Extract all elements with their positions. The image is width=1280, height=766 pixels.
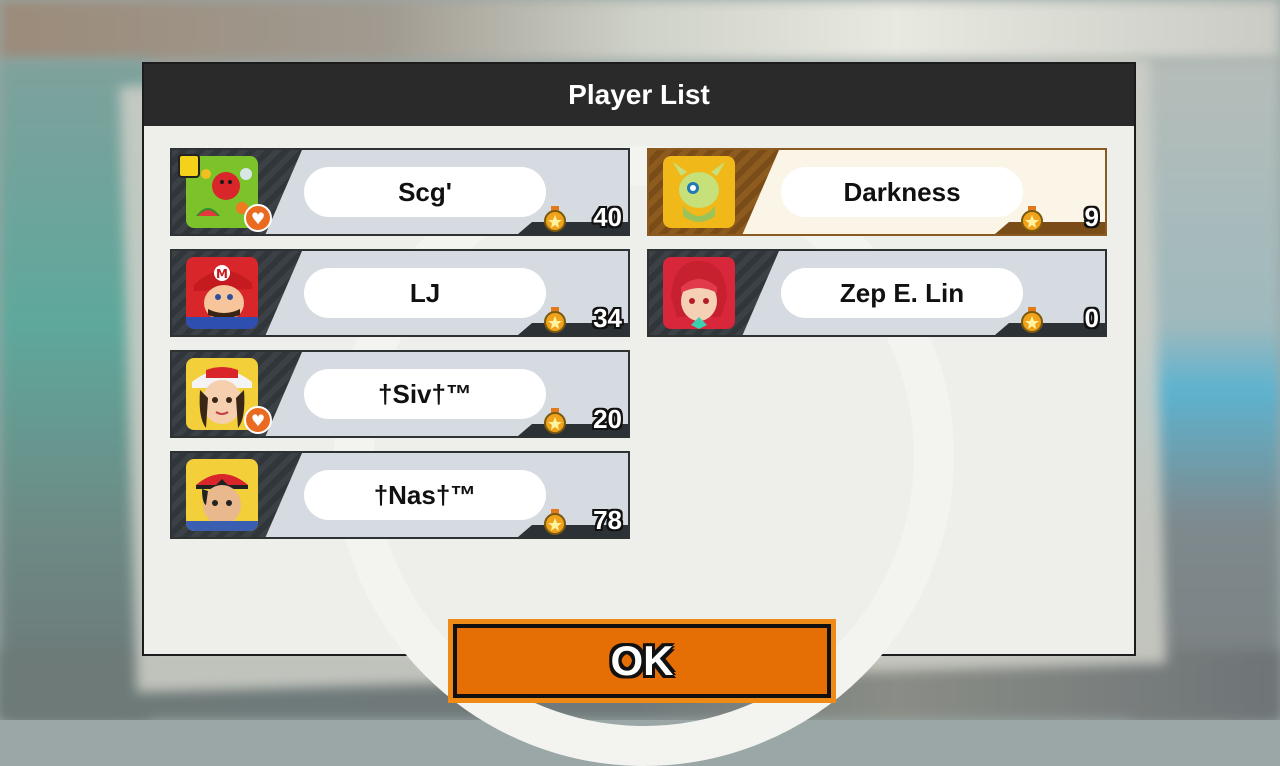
player-name: LJ bbox=[304, 268, 546, 318]
player-score: 78 bbox=[593, 505, 622, 535]
heart-icon: ♥ bbox=[244, 204, 272, 232]
ok-button[interactable]: OK bbox=[448, 619, 836, 703]
medal-icon bbox=[544, 307, 566, 333]
player-name: Darkness bbox=[781, 167, 1023, 217]
player-score: 9 bbox=[1084, 202, 1099, 232]
player-list-dialog: Player List ♥ Scg' 40 M LJ 34 ♥ †Siv†™ 2… bbox=[142, 62, 1136, 766]
player-score: 34 bbox=[593, 303, 622, 333]
player-score: 20 bbox=[593, 404, 622, 434]
player-card-highlighted[interactable]: Darkness 9 bbox=[647, 148, 1107, 236]
medal-icon bbox=[1021, 206, 1043, 232]
medal-icon bbox=[544, 206, 566, 232]
player-card[interactable]: ♥ †Siv†™ 20 bbox=[170, 350, 630, 438]
svg-text:M: M bbox=[216, 267, 228, 281]
heart-icon: ♥ bbox=[244, 406, 272, 434]
dialog-header: Player List bbox=[144, 64, 1134, 126]
player-card[interactable]: Zep E. Lin 0 bbox=[647, 249, 1107, 337]
player-card[interactable]: ♥ Scg' 40 bbox=[170, 148, 630, 236]
player-name: Zep E. Lin bbox=[781, 268, 1023, 318]
player-name: †Siv†™ bbox=[304, 369, 546, 419]
mario-icon: M bbox=[186, 257, 258, 329]
pyra-icon bbox=[663, 257, 735, 329]
player-name: Scg' bbox=[304, 167, 546, 217]
medal-icon bbox=[544, 509, 566, 535]
celebi-icon bbox=[663, 156, 735, 228]
medal-icon bbox=[544, 408, 566, 434]
player-score: 40 bbox=[593, 202, 622, 232]
dialog-title: Player List bbox=[568, 79, 710, 110]
player-card[interactable]: †Nas†™ 78 bbox=[170, 451, 630, 539]
player-card[interactable]: M LJ 34 bbox=[170, 249, 630, 337]
ok-label: OK bbox=[610, 637, 674, 684]
pokemon-trainer-male-icon bbox=[186, 459, 258, 531]
dialog-body: ♥ Scg' 40 M LJ 34 ♥ †Siv†™ 20 †Nas†™ 78 … bbox=[144, 126, 1134, 766]
player-score: 0 bbox=[1084, 303, 1099, 333]
medal-icon bbox=[1021, 307, 1043, 333]
lock-icon bbox=[178, 154, 200, 178]
ok-button-face[interactable]: OK bbox=[453, 624, 831, 698]
player-name: †Nas†™ bbox=[304, 470, 546, 520]
